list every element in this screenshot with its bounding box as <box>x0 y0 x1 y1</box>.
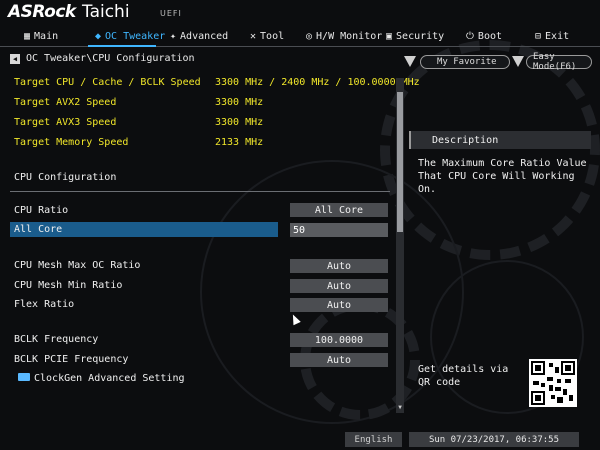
bclk-frequency-input[interactable]: 100.0000 <box>290 333 388 347</box>
scroll-down-icon[interactable]: ▼ <box>396 404 404 412</box>
all-core-input[interactable]: 50 <box>290 223 388 237</box>
tab-label: OC Tweaker <box>105 30 166 42</box>
mesh-min-select[interactable]: Auto <box>290 279 388 293</box>
tab-main[interactable]: ▦ Main <box>24 26 58 46</box>
back-arrow-icon[interactable]: ◀ <box>10 53 20 64</box>
header: ASRock Taichi UEFI <box>0 0 600 24</box>
easy-mode-label: Easy Mode(F6) <box>533 52 577 72</box>
tab-label: Advanced <box>180 30 229 42</box>
uefi-badge: UEFI <box>160 9 182 18</box>
board-model: Taichi <box>82 2 130 22</box>
bclk-frequency-label[interactable]: BCLK Frequency <box>14 334 98 345</box>
scrollbar-thumb[interactable] <box>397 92 403 232</box>
favorite-star-icon <box>404 56 416 67</box>
tab-boot[interactable]: ⏻ Boot <box>466 26 502 46</box>
wrench-icon: ✕ <box>250 30 257 42</box>
exit-icon: ⊟ <box>535 30 542 42</box>
my-favorite-label: My Favorite <box>437 57 497 67</box>
tab-hw-monitor[interactable]: ◎ H/W Monitor <box>306 26 382 46</box>
star-icon: ✦ <box>170 30 177 42</box>
tab-advanced[interactable]: ✦ Advanced <box>170 26 228 46</box>
tab-label: Boot <box>477 30 503 42</box>
qr-code-icon <box>529 359 577 407</box>
section-divider <box>10 191 390 192</box>
tab-label: Main <box>34 30 59 42</box>
info-value-avx2: 3300 MHz <box>215 97 264 108</box>
monitor-icon: ◎ <box>306 30 313 42</box>
mesh-min-label[interactable]: CPU Mesh Min Ratio <box>14 280 122 291</box>
description-text: The Maximum Core Ratio Value That CPU Co… <box>418 158 587 195</box>
tab-label: H/W Monitor <box>316 30 383 42</box>
language-button[interactable]: English <box>345 432 402 447</box>
clockgen-label: ClockGen Advanced Setting <box>34 373 185 384</box>
section-title: CPU Configuration <box>14 172 117 183</box>
shield-icon: ▣ <box>386 30 393 42</box>
all-core-label[interactable]: All Core <box>14 224 62 235</box>
tab-exit[interactable]: ⊟ Exit <box>535 26 569 46</box>
flex-ratio-label[interactable]: Flex Ratio <box>14 299 74 310</box>
tab-oc-tweaker[interactable]: ◆ OC Tweaker <box>95 26 165 46</box>
tab-tool[interactable]: ✕ Tool <box>250 26 284 46</box>
easy-mode-icon <box>512 56 524 67</box>
my-favorite-button[interactable]: My Favorite <box>420 55 510 69</box>
power-icon: ⏻ <box>466 30 474 42</box>
info-label-cpu: Target CPU / Cache / BCLK Speed <box>14 77 201 88</box>
clockgen-submenu[interactable]: ClockGen Advanced Setting <box>18 373 185 384</box>
tab-security[interactable]: ▣ Security <box>386 26 444 46</box>
info-value-memory: 2133 MHz <box>215 137 264 148</box>
cpu-ratio-label[interactable]: CPU Ratio <box>14 205 68 216</box>
qr-caption: Get details via QR code <box>418 364 509 388</box>
description-title: Description <box>432 135 499 146</box>
info-value-avx3: 3300 MHz <box>215 117 264 128</box>
info-label-memory: Target Memory Speed <box>14 137 129 148</box>
info-value-cpu: 3300 MHz / 2400 MHz / 100.0000 MHz <box>215 77 420 88</box>
bclk-pcie-select[interactable]: Auto <box>290 353 388 367</box>
flex-ratio-select[interactable]: Auto <box>290 298 388 312</box>
drop-icon: ◆ <box>95 30 102 42</box>
easy-mode-button[interactable]: Easy Mode(F6) <box>526 52 592 72</box>
tab-label: Exit <box>545 30 570 42</box>
folder-icon <box>18 373 30 381</box>
top-nav: ▦ Main ◆ OC Tweaker ✦ Advanced ✕ Tool ◎ … <box>0 26 600 46</box>
active-tab-indicator <box>88 45 156 47</box>
mesh-max-select[interactable]: Auto <box>290 259 388 273</box>
tab-label: Tool <box>260 30 285 42</box>
tab-label: Security <box>396 30 445 42</box>
grid-icon: ▦ <box>24 30 31 42</box>
breadcrumb: ◀ OC Tweaker\CPU Configuration <box>10 53 195 64</box>
datetime-display: Sun 07/23/2017, 06:37:55 <box>409 432 579 447</box>
cpu-ratio-select[interactable]: All Core <box>290 203 388 217</box>
breadcrumb-path: OC Tweaker\CPU Configuration <box>26 53 195 64</box>
info-label-avx2: Target AVX2 Speed <box>14 97 117 108</box>
bclk-pcie-label[interactable]: BCLK PCIE Frequency <box>14 354 128 365</box>
brand-logo: ASRock <box>8 2 76 22</box>
mesh-max-label[interactable]: CPU Mesh Max OC Ratio <box>14 260 140 271</box>
info-label-avx3: Target AVX3 Speed <box>14 117 117 128</box>
